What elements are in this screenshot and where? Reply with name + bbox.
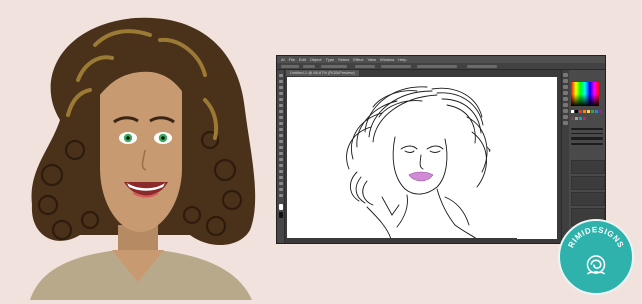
swatch[interactable] [579, 110, 582, 113]
rose-icon [586, 255, 606, 275]
document-tab[interactable]: Untitled-1 @ 66.67% (RGB/Preview) [286, 70, 359, 76]
swatch[interactable] [579, 116, 582, 120]
pen-tool-icon[interactable] [279, 92, 283, 95]
direct-selection-tool-icon[interactable] [279, 80, 283, 83]
status-bar [287, 238, 517, 243]
artboard-tool-icon[interactable] [279, 182, 283, 185]
shape-builder-tool-icon[interactable] [279, 158, 283, 161]
pencil-tool-icon[interactable] [279, 122, 283, 125]
brush-stroke[interactable] [571, 137, 603, 140]
menu-item-type[interactable]: Type [325, 56, 334, 63]
menu-item-help[interactable]: Help [398, 56, 406, 63]
menu-item-file[interactable]: File [289, 56, 295, 63]
brush-stroke[interactable] [571, 128, 603, 130]
stroke-swatch-icon[interactable] [279, 212, 283, 218]
swatch[interactable] [571, 110, 574, 113]
fill-swatch-icon[interactable] [279, 204, 283, 210]
layers-panel-icon[interactable] [563, 121, 568, 125]
brush-control[interactable] [321, 65, 347, 68]
gradient-panel[interactable] [571, 176, 605, 190]
transparency-panel-icon[interactable] [563, 109, 568, 113]
preferences-button[interactable] [467, 65, 497, 68]
menu-item-effect[interactable]: Effect [353, 56, 363, 63]
swatch[interactable] [583, 110, 586, 113]
panel-dock [562, 70, 569, 243]
hand-tool-icon[interactable] [279, 188, 283, 191]
gradient-tool-icon[interactable] [279, 164, 283, 167]
zoom-tool-icon[interactable] [279, 194, 283, 197]
type-tool-icon[interactable] [279, 98, 283, 101]
symbols-panel-icon[interactable] [563, 91, 568, 95]
blob-brush-tool-icon[interactable] [279, 128, 283, 131]
illustrator-window: Ai File Edit Object Type Select Effect V… [276, 55, 606, 244]
layers-panel[interactable] [571, 192, 605, 206]
stroke-panel-icon[interactable] [563, 97, 568, 101]
rectangle-tool-icon[interactable] [279, 110, 283, 113]
artboard-canvas[interactable] [287, 77, 557, 239]
line-tool-icon[interactable] [279, 104, 283, 107]
swatch-grid [571, 110, 603, 122]
opacity-control[interactable] [355, 65, 375, 68]
menu-item-app[interactable]: Ai [281, 56, 285, 63]
badge-text: RIMIDESIGNS [567, 225, 626, 249]
color-spectrum[interactable] [571, 82, 599, 106]
blend-tool-icon[interactable] [279, 176, 283, 179]
cartoon-avatar [0, 0, 275, 300]
swatch[interactable] [591, 110, 594, 113]
menu-bar: Ai File Edit Object Type Select Effect V… [277, 56, 605, 63]
scale-tool-icon[interactable] [279, 146, 283, 149]
brush-stroke[interactable] [571, 143, 603, 145]
eraser-tool-icon[interactable] [279, 134, 283, 137]
eyedropper-tool-icon[interactable] [279, 170, 283, 173]
swatch[interactable] [575, 116, 578, 120]
swatch[interactable] [575, 110, 578, 113]
menu-item-object[interactable]: Object [310, 56, 322, 63]
swatches-panel-icon[interactable] [563, 79, 568, 83]
menu-item-edit[interactable]: Edit [299, 56, 306, 63]
selection-tool-icon[interactable] [279, 74, 283, 77]
control-bar [277, 63, 605, 70]
document-setup-button[interactable] [417, 65, 457, 68]
swatch[interactable] [599, 110, 602, 113]
stroke-control[interactable] [303, 65, 315, 68]
paintbrush-tool-icon[interactable] [279, 116, 283, 119]
right-panels [561, 70, 605, 243]
tools-panel [277, 70, 285, 243]
magic-wand-tool-icon[interactable] [279, 86, 283, 89]
swatch[interactable] [587, 110, 590, 113]
menu-item-select[interactable]: Select [338, 56, 349, 63]
brush-stroke[interactable] [571, 133, 603, 134]
swatch[interactable] [571, 116, 574, 120]
menu-item-window[interactable]: Window [380, 56, 394, 63]
menu-item-view[interactable]: View [367, 56, 376, 63]
swatch[interactable] [595, 110, 598, 113]
line-art-sketch [346, 86, 491, 239]
brushes-panel-icon[interactable] [563, 85, 568, 89]
style-control[interactable] [381, 65, 411, 68]
fill-control[interactable] [281, 65, 299, 68]
brush-strokes-list [571, 128, 603, 148]
swatch[interactable] [583, 116, 586, 120]
width-tool-icon[interactable] [279, 152, 283, 155]
brand-badge: RIMIDESIGNS [558, 219, 634, 295]
appearance-panel-icon[interactable] [563, 115, 568, 119]
gradient-panel-icon[interactable] [563, 103, 568, 107]
rotate-tool-icon[interactable] [279, 140, 283, 143]
stroke-panel[interactable] [571, 160, 605, 174]
color-panel-icon[interactable] [563, 73, 568, 77]
